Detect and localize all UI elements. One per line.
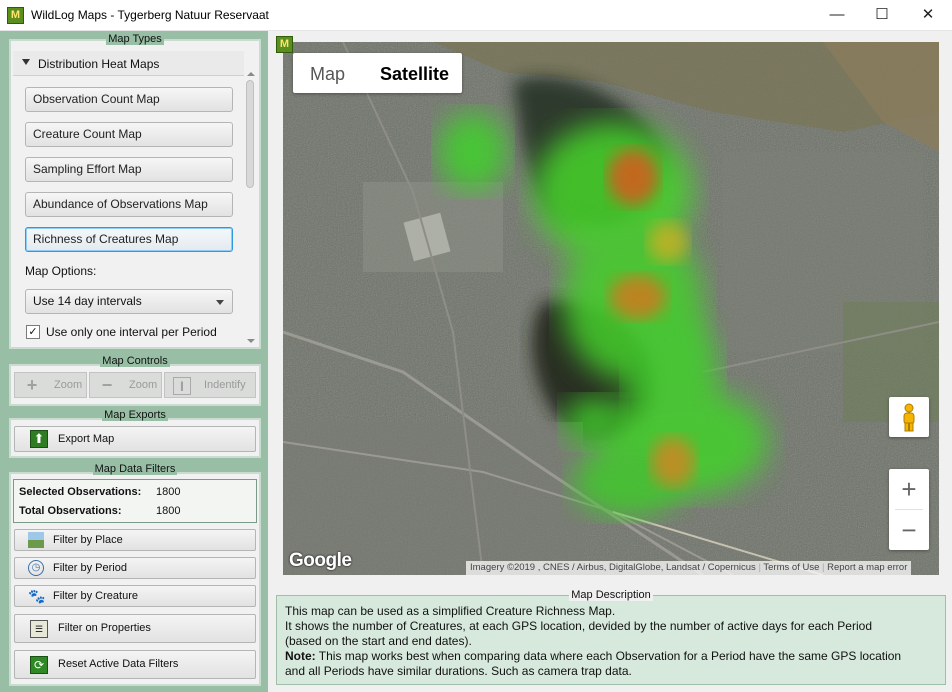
filter-by-creature-button[interactable]: 🐾 Filter by Creature [14, 585, 256, 607]
scrollbar-thumb[interactable] [246, 80, 254, 188]
data-filters-title: Map Data Filters [92, 463, 178, 475]
note-label: Note: [285, 649, 316, 663]
abundance-of-observations-map-button[interactable]: Abundance of Observations Map [25, 192, 233, 217]
refresh-icon: ⟳ [30, 656, 48, 674]
title-bar: M WildLog Maps - Tygerberg Natuur Reserv… [0, 0, 952, 31]
imagery-credit: Imagery ©2019 , CNES / Airbus, DigitalGl… [470, 562, 756, 573]
selected-observations-value: 1800 [156, 486, 181, 498]
map-zoom-out-button[interactable]: − [889, 510, 929, 550]
export-map-button[interactable]: ⬆ Export Map [14, 426, 256, 452]
interval-select[interactable]: Use 14 day intervals [25, 289, 233, 314]
richness-of-creatures-map-button[interactable]: Richness of Creatures Map [25, 227, 233, 252]
scroll-up-icon[interactable] [247, 72, 255, 76]
export-map-label: Export Map [58, 433, 115, 445]
map-description-text: This map can be used as a simplified Cre… [285, 604, 940, 679]
accordion-distribution-heat-maps[interactable]: Distribution Heat Maps [13, 51, 244, 76]
upload-arrow-icon: ⬆ [30, 430, 48, 448]
window-title: WildLog Maps - Tygerberg Natuur Reservaa… [31, 8, 269, 22]
clock-icon: ◷ [28, 560, 44, 576]
filter-on-properties-label: Filter on Properties [58, 622, 151, 634]
map-zoom-in-button[interactable]: + [889, 469, 929, 509]
one-interval-checkbox[interactable]: ✓ [26, 325, 40, 339]
satellite-imagery [283, 42, 939, 575]
one-interval-label: Use only one interval per Period [46, 325, 217, 339]
filter-on-properties-button[interactable]: ☰ Filter on Properties [14, 614, 256, 643]
map-zoom-control: + − [889, 469, 929, 550]
filter-by-period-button[interactable]: ◷ Filter by Period [14, 557, 256, 579]
map-types-title: Map Types [106, 33, 164, 45]
map-controls-title: Map Controls [100, 355, 170, 367]
description-line: and all Periods have similar durations. … [285, 664, 632, 678]
note-text: This map works best when comparing data … [315, 649, 902, 663]
observation-stats: Selected Observations: 1800 Total Observ… [13, 479, 257, 523]
google-logo: Google [289, 550, 352, 571]
description-line: It shows the number of Creatures, at eac… [285, 619, 872, 633]
filter-by-place-label: Filter by Place [53, 534, 123, 546]
map-description-title: Map Description [569, 589, 653, 601]
paw-icon: 🐾 [28, 588, 46, 604]
street-view-pegman[interactable] [889, 397, 929, 437]
minus-icon: − [101, 375, 113, 395]
map-exports-title: Map Exports [102, 409, 168, 421]
interval-select-value: Use 14 day intervals [33, 294, 142, 308]
reset-filters-label: Reset Active Data Filters [58, 658, 179, 670]
map-options-label: Map Options: [25, 264, 97, 278]
text-cursor-icon: I [173, 377, 191, 395]
map-type-map-button[interactable]: Map [310, 64, 345, 85]
total-observations-label: Total Observations: [19, 505, 122, 517]
plus-icon: + [26, 375, 38, 395]
reset-filters-button[interactable]: ⟳ Reset Active Data Filters [14, 650, 256, 679]
app-icon: M [7, 7, 24, 24]
report-map-error-link[interactable]: Report a map error [827, 562, 907, 573]
selected-observations-label: Selected Observations: [19, 486, 142, 498]
zoom-out-control-button[interactable]: − Zoom [89, 372, 162, 398]
terms-of-use-link[interactable]: Terms of Use [763, 562, 819, 573]
map-type-satellite-button[interactable]: Satellite [380, 64, 449, 85]
map-attribution: Imagery ©2019 , CNES / Airbus, DigitalGl… [466, 561, 912, 575]
filter-by-place-button[interactable]: Filter by Place [14, 529, 256, 551]
landscape-icon [28, 532, 44, 548]
close-button[interactable]: ✕ [905, 0, 951, 31]
pegman-icon [903, 403, 915, 432]
properties-list-icon: ☰ [30, 620, 48, 638]
dropdown-caret-icon [216, 300, 224, 305]
description-line: This map can be used as a simplified Cre… [285, 604, 616, 618]
expand-triangle-icon [22, 59, 30, 65]
satellite-map[interactable] [283, 42, 939, 575]
zoom-in-control-label: Zoom [54, 379, 83, 391]
creature-count-map-button[interactable]: Creature Count Map [25, 122, 233, 147]
description-note: Note: This map works best when comparing… [285, 649, 940, 664]
map-type-control: Map Satellite [293, 53, 462, 93]
accordion-label: Distribution Heat Maps [38, 57, 160, 71]
filter-by-creature-label: Filter by Creature [53, 590, 138, 602]
observation-count-map-button[interactable]: Observation Count Map [25, 87, 233, 112]
description-line: (based on the start and end dates). [285, 634, 472, 648]
total-observations-value: 1800 [156, 505, 181, 517]
sampling-effort-map-button[interactable]: Sampling Effort Map [25, 157, 233, 182]
map-marker-app-icon: M [276, 36, 293, 53]
maximize-button[interactable]: ☐ [859, 0, 905, 31]
filter-by-period-label: Filter by Period [53, 562, 127, 574]
identify-control-label: Indentify [204, 379, 246, 391]
minimize-button[interactable]: — [814, 0, 860, 31]
zoom-out-control-label: Zoom [129, 379, 158, 391]
scroll-down-icon[interactable] [247, 339, 255, 343]
zoom-in-control-button[interactable]: + Zoom [14, 372, 87, 398]
identify-control-button[interactable]: I Indentify [164, 372, 256, 398]
